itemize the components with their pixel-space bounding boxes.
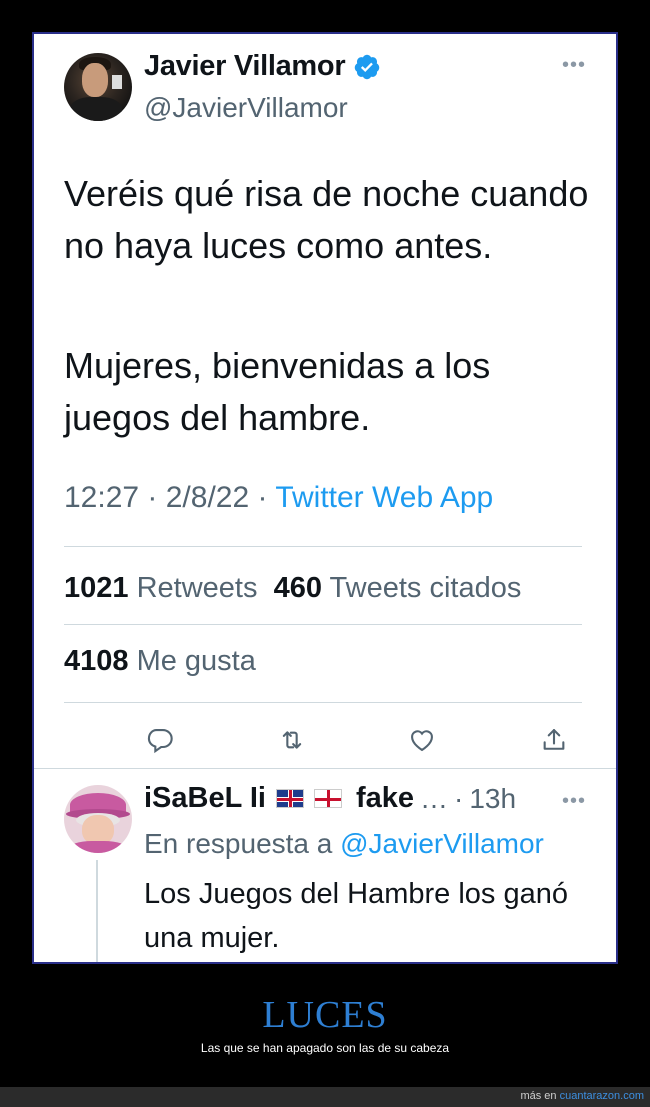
reply-header: iSaBeL Ii fake … · 13h (144, 782, 516, 815)
quotes-label: Tweets citados (329, 572, 522, 604)
tweet-time[interactable]: 12:27 (64, 481, 139, 514)
reply-author-name[interactable]: iSaBeL Ii (144, 782, 266, 815)
replying-to-mention[interactable]: @JavierVillamor (340, 828, 544, 859)
thread-line (96, 860, 98, 962)
tweet-actions (64, 720, 582, 760)
replying-to-label: En respuesta a (144, 828, 333, 859)
more-horizontal-icon[interactable]: ••• (562, 54, 586, 77)
divider (34, 768, 616, 769)
tweet-source[interactable]: Twitter Web App (275, 481, 493, 514)
share-button[interactable] (534, 720, 574, 760)
tweet-text-paragraph-1: Veréis qué risa de noche cuando no haya … (64, 173, 589, 266)
like-icon (411, 730, 433, 752)
tweet-date[interactable]: 2/8/22 (166, 481, 249, 514)
caption-subtitle: Las que se han apagado son las de su cab… (200, 1041, 450, 1055)
site-footer-bar: más en cuantarazon.com (0, 1087, 650, 1107)
site-footer-text: más en cuantarazon.com (520, 1090, 644, 1102)
likes-count: 4108 (64, 645, 129, 677)
likes-stats[interactable]: 4108 Me gusta (64, 645, 256, 678)
retweet-stats: 1021 Retweets 460 Tweets citados (64, 572, 521, 605)
uk-flag-icon (275, 789, 304, 808)
england-flag-icon (313, 789, 342, 808)
footer-site-link[interactable]: cuantarazon.com (560, 1090, 644, 1102)
retweets-label: Retweets (136, 572, 258, 604)
like-button[interactable] (402, 720, 442, 760)
quotes-link[interactable]: 460 Tweets citados (266, 572, 522, 604)
retweets-link[interactable]: 1021 Retweets (64, 572, 257, 604)
share-icon (543, 729, 565, 750)
divider (64, 546, 582, 547)
author-avatar[interactable] (64, 53, 132, 121)
retweets-count: 1021 (64, 572, 129, 604)
replying-to: En respuesta a @JavierVillamor (144, 828, 544, 860)
meta-separator: · (147, 481, 166, 514)
reply-separator: · (454, 782, 464, 814)
tweet-text-paragraph-2: Mujeres, bienvenidas a los juegos del ha… (64, 345, 491, 438)
likes-label: Me gusta (136, 645, 256, 677)
caption-title: LUCES (262, 994, 388, 1036)
footer-prefix: más en (520, 1090, 557, 1102)
reply-author-name-rest[interactable]: fake (356, 782, 414, 815)
author-handle[interactable]: @JavierVillamor (144, 92, 348, 124)
divider (64, 624, 582, 625)
reply-name-ellipsis: … (420, 782, 449, 814)
retweet-icon (282, 731, 302, 749)
quotes-count: 460 (273, 572, 322, 604)
reply-button[interactable] (140, 720, 180, 760)
reply-text: Los Juegos del Hambre los ganó una mujer… (144, 878, 568, 954)
reply-icon (147, 729, 173, 754)
tweet-meta: 12:27 · 2/8/22 · Twitter Web App (64, 481, 493, 515)
retweet-button[interactable] (272, 720, 312, 760)
verified-badge-icon (355, 54, 380, 79)
author-name-row: Javier Villamor (144, 50, 381, 83)
reply-time[interactable]: 13h (469, 783, 516, 815)
more-horizontal-icon[interactable]: ••• (562, 790, 586, 813)
meta-separator: · (257, 481, 276, 514)
reply-author-avatar[interactable] (64, 785, 132, 853)
tweet-screenshot-card: Javier Villamor @JavierVillamor ••• Veré… (32, 32, 618, 964)
author-name[interactable]: Javier Villamor (144, 50, 346, 83)
divider (64, 702, 582, 703)
